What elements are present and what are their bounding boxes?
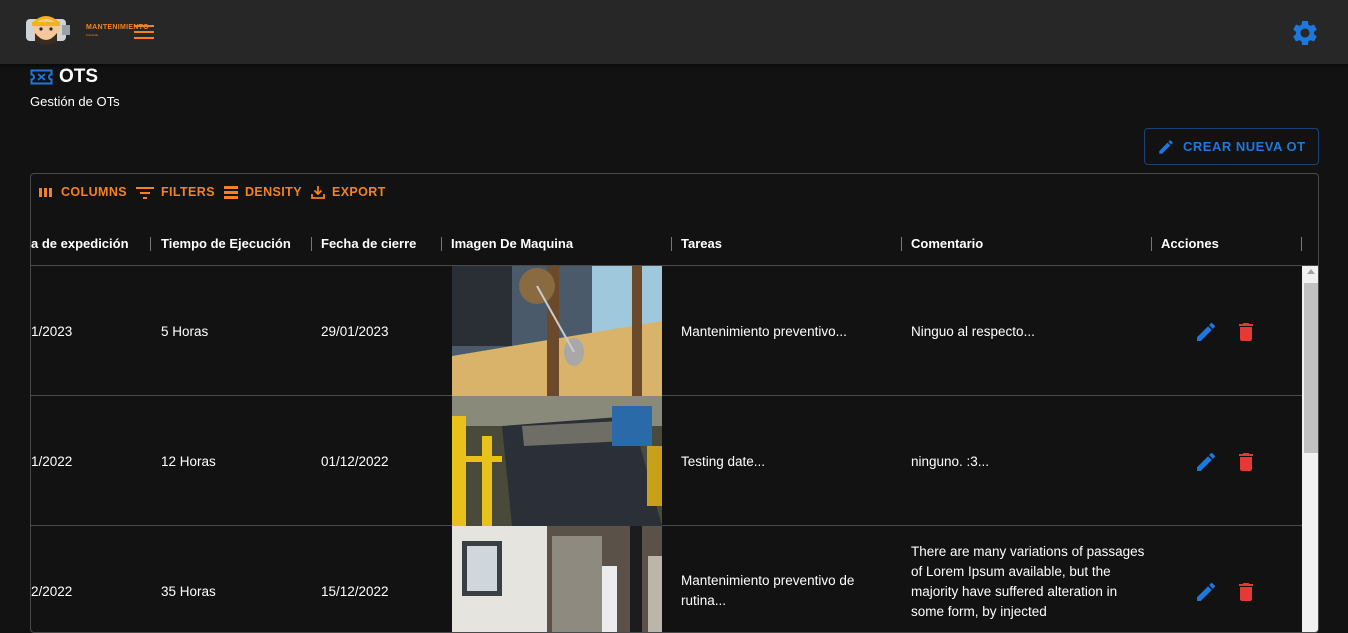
- delete-button[interactable]: [1234, 450, 1258, 479]
- cell-expedicion: 2/2022: [31, 583, 73, 599]
- table-row[interactable]: 1/2023 5 Horas 29/01/2023 Mantenimiento …: [31, 266, 1302, 396]
- grid-header-row: a de expedición Tiempo de Ejecución Fech…: [31, 220, 1318, 266]
- settings-gear-icon: [1293, 20, 1317, 45]
- delete-icon: [1239, 323, 1253, 341]
- pencil-icon: [1159, 139, 1173, 154]
- cell-expedicion: 1/2022: [31, 453, 73, 469]
- title-row: OTS: [30, 66, 98, 88]
- cell-tiempo: 5 Horas: [161, 323, 209, 339]
- filters-button[interactable]: FILTERS: [135, 185, 215, 199]
- grid-toolbar: COLUMNS FILTERS DENSITY EXPORT: [37, 184, 394, 200]
- table-row[interactable]: 1/2022 12 Horas 01/12/2022 Testing date.…: [31, 396, 1302, 526]
- table-row[interactable]: 2/2022 35 Horas 15/12/2022 Mantenimiento…: [31, 526, 1302, 632]
- machine-image: [452, 266, 662, 396]
- export-icon: [311, 186, 325, 199]
- ots-data-grid: COLUMNS FILTERS DENSITY EXPORT a de expe…: [30, 173, 1319, 633]
- menu-button[interactable]: [132, 21, 156, 43]
- cell-tareas: Testing date...: [681, 453, 766, 469]
- cell-comentario: ninguno. :3...: [911, 453, 990, 469]
- density-label: DENSITY: [244, 185, 302, 199]
- ticket-icon: [30, 69, 53, 85]
- create-ot-label: CREAR NUEVA OT: [1183, 139, 1306, 154]
- page-title: OTS: [59, 66, 99, 87]
- filters-label: FILTERS: [161, 185, 215, 199]
- settings-button[interactable]: [1290, 18, 1320, 48]
- page-subtitle: Gestión de OTs: [30, 94, 120, 109]
- edit-icon: [1197, 582, 1216, 601]
- machine-image: [452, 396, 662, 526]
- cell-cierre: 15/12/2022: [321, 583, 389, 599]
- logo[interactable]: MANTENIMIENTO industrial: [24, 13, 149, 49]
- cell-tiempo: 12 Horas: [161, 453, 216, 469]
- cell-comentario: Ninguo al respecto...: [911, 323, 1035, 339]
- columns-icon: [39, 188, 52, 197]
- column-header-tareas[interactable]: Tareas: [681, 220, 722, 266]
- column-separator[interactable]: [150, 237, 151, 251]
- columns-button[interactable]: COLUMNS: [37, 185, 127, 199]
- delete-button[interactable]: [1234, 320, 1258, 349]
- edit-button[interactable]: [1194, 450, 1218, 479]
- column-header-expedicion[interactable]: a de expedición: [31, 220, 129, 266]
- column-separator[interactable]: [901, 237, 902, 251]
- edit-icon: [1197, 322, 1216, 341]
- density-icon: [223, 186, 238, 199]
- vertical-scrollbar[interactable]: [1302, 266, 1318, 632]
- edit-button[interactable]: [1194, 580, 1218, 609]
- app-bar: MANTENIMIENTO industrial: [0, 0, 1348, 64]
- scrollbar-thumb[interactable]: [1304, 283, 1318, 453]
- column-separator[interactable]: [441, 237, 442, 251]
- column-separator[interactable]: [1151, 237, 1152, 251]
- edit-button[interactable]: [1194, 320, 1218, 349]
- column-header-comentario[interactable]: Comentario: [911, 220, 983, 266]
- column-separator[interactable]: [1301, 237, 1302, 251]
- columns-label: COLUMNS: [61, 185, 127, 199]
- edit-icon: [1197, 452, 1216, 471]
- export-label: EXPORT: [331, 185, 386, 199]
- logo-image: [26, 16, 70, 45]
- delete-icon: [1239, 583, 1253, 601]
- logo-subtext: industrial: [86, 33, 99, 37]
- cell-cierre: 01/12/2022: [321, 453, 389, 469]
- machine-image: [452, 526, 662, 632]
- column-separator[interactable]: [671, 237, 672, 251]
- cell-comentario: There are many variations of passages of…: [911, 544, 1145, 619]
- delete-button[interactable]: [1234, 580, 1258, 609]
- cell-expedicion: 1/2023: [31, 323, 73, 339]
- cell-tareas: Mantenimiento preventivo de rutina...: [681, 573, 855, 608]
- column-header-imagen[interactable]: Imagen De Maquina: [451, 220, 573, 266]
- filter-icon: [136, 187, 154, 199]
- cell-tareas: Mantenimiento preventivo...: [681, 323, 847, 339]
- create-ot-button[interactable]: CREAR NUEVA OT: [1144, 128, 1319, 165]
- density-button[interactable]: DENSITY: [223, 185, 302, 199]
- column-header-cierre[interactable]: Fecha de cierre: [321, 220, 416, 266]
- cell-tiempo: 35 Horas: [161, 583, 216, 599]
- column-header-tiempo[interactable]: Tiempo de Ejecución: [161, 220, 291, 266]
- column-separator[interactable]: [311, 237, 312, 251]
- scroll-up-arrow-icon[interactable]: [1307, 269, 1315, 274]
- column-header-acciones[interactable]: Acciones: [1161, 220, 1219, 266]
- menu-icon: [134, 25, 154, 39]
- export-button[interactable]: EXPORT: [310, 184, 386, 200]
- cell-cierre: 29/01/2023: [321, 323, 389, 339]
- delete-icon: [1239, 453, 1253, 471]
